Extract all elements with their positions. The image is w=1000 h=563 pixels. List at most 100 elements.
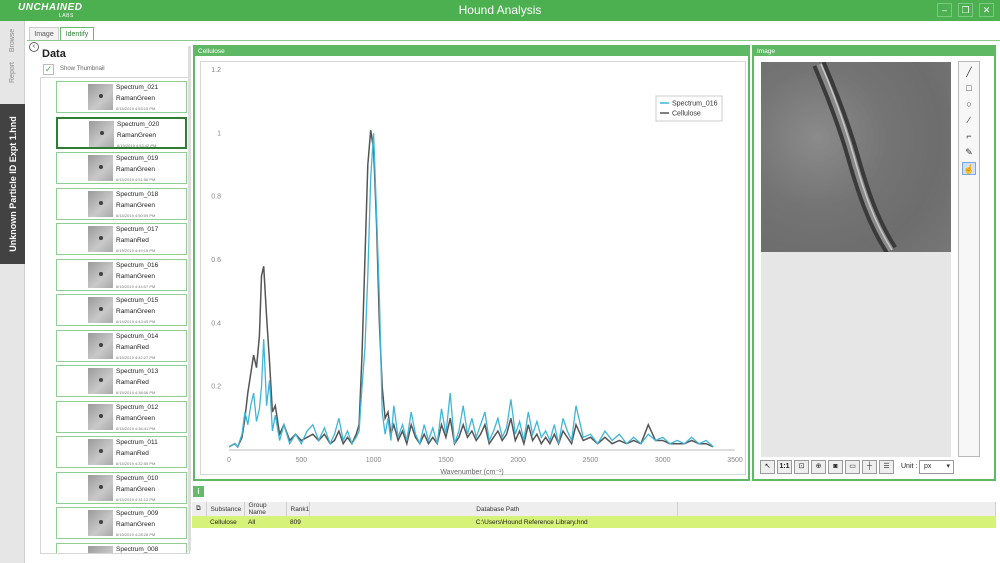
side-tab-browse-label: Browse	[9, 28, 16, 52]
x-tick-label: 2000	[510, 457, 526, 464]
side-tab-browse[interactable]: Browse	[0, 25, 25, 55]
list-scrollbar[interactable]	[188, 46, 191, 551]
list-item[interactable]: Spectrum_009 RamanGreen 6/15/2019 4:28:28 …	[56, 507, 187, 539]
spectrum-chart-svg: 0 500 1000 1500 2000 2500 3000 3500 0.2 0.4 0.6 0.8…	[211, 67, 743, 476]
spectrum-name: Spectrum_008	[116, 545, 159, 553]
list-item[interactable]: Spectrum_008RamanGreen6/15/2019 4:25:02 …	[56, 542, 187, 553]
spectrum-thumbnail	[88, 474, 113, 501]
fiber-particle-image	[812, 61, 897, 254]
list-item[interactable]: Spectrum_020 RamanGreen 6/15/2019 4:53:42 …	[56, 116, 187, 149]
collapse-icon[interactable]: ‹	[29, 42, 39, 52]
list-item[interactable]: Spectrum_011 RamanRed 6/15/2019 4:32:55 PM	[56, 436, 187, 468]
list-item[interactable]: Spectrum_014 RamanRed 6/15/2019 4:42:27 PM	[56, 329, 187, 362]
eraser-tool-icon[interactable]: ✎	[962, 146, 976, 159]
drawing-tools: ╱ □ ○ ∕ ⌐ ✎ ☝	[958, 61, 980, 457]
spectrum-name: Spectrum_014	[116, 332, 159, 340]
spectrum-chart[interactable]: 0 500 1000 1500 2000 2500 3000 3500 0.2 0.4 0.6 0.8…	[200, 61, 746, 476]
spectrum-date: 6/15/2019 4:28:28 PM	[116, 532, 156, 537]
show-thumbnail-checkbox[interactable]: ✓	[43, 64, 54, 75]
tab-image[interactable]: Image	[29, 27, 59, 40]
show-thumbnail-label: Show Thumbnail	[60, 66, 105, 72]
minimize-button[interactable]: –	[937, 3, 952, 17]
list-item[interactable]: Spectrum_018 RamanGreen 6/15/2019 4:50:09 …	[56, 187, 187, 220]
spectrum-date: 6/15/2019 4:31:12 PM	[116, 496, 156, 502]
spectrum-date: 6/15/2019 4:53:15 PM	[116, 106, 156, 111]
fit-view-icon[interactable]: ⊡	[794, 460, 809, 474]
close-button[interactable]: ✕	[979, 3, 994, 17]
image-panel: Image ╱ □ ○ ∕ ⌐ ✎ ☝ ↖ 1:1 ⊡ ⊕ ◙ ▭ ┼ ☰ Un…	[752, 45, 996, 481]
spectrum-laser: RamanGreen	[116, 166, 156, 173]
spectrum-thumbnail	[88, 332, 113, 359]
series-line-spectrum-016	[228, 133, 714, 449]
spectrum-panel-header: Cellulose	[195, 47, 748, 56]
info-icon[interactable]: i	[193, 486, 204, 497]
spectrum-laser: RamanGreen	[116, 414, 156, 422]
list-item[interactable]: Spectrum_016 RamanGreen 6/15/2019 4:44:07 …	[56, 258, 187, 291]
hand-tool-icon[interactable]: ☝	[962, 162, 976, 175]
x-tick-label: 3000	[655, 457, 671, 464]
spectrum-name: Spectrum_012	[116, 403, 159, 411]
microscope-image[interactable]	[761, 61, 951, 254]
unit-select[interactable]: px	[919, 460, 954, 474]
spectrum-name: Spectrum_017	[116, 226, 159, 233]
one-to-one-button[interactable]: 1:1	[777, 460, 792, 474]
col-substance[interactable]: Substance	[206, 502, 245, 516]
x-tick-label: 500	[295, 457, 307, 464]
circle-tool-icon[interactable]: ○	[962, 98, 976, 111]
camera-icon[interactable]: ◙	[828, 460, 843, 474]
side-tab-report-label: Report	[8, 61, 16, 83]
app-title: Hound Analysis	[458, 3, 542, 17]
zoom-icon[interactable]: ⊕	[811, 460, 826, 474]
spectrum-name: Spectrum_019	[116, 155, 159, 162]
curve-tool-icon[interactable]: ⌐	[962, 130, 976, 143]
list-item[interactable]: Spectrum_010 RamanGreen 6/15/2019 4:31:12 …	[56, 471, 187, 504]
x-tick-label: 3500	[727, 457, 743, 464]
tab-identify[interactable]: Identify	[60, 27, 94, 40]
list-item[interactable]: Spectrum_012 RamanGreen 6/15/2019 4:36:41 …	[56, 400, 187, 433]
crosshair-icon[interactable]: ┼	[862, 460, 877, 474]
spectrum-thumbnail	[88, 190, 113, 217]
spectrum-name: Spectrum_018	[116, 190, 159, 198]
spectrum-date: 6/15/2019 4:36:41 PM	[116, 425, 156, 431]
spectrum-laser: RamanRed	[116, 343, 149, 351]
x-axis-label: Wavenumber (cm⁻¹)	[440, 469, 503, 476]
y-tick-label: 0.4	[211, 320, 221, 327]
spectrum-date: 6/15/2019 4:53:42 PM	[117, 142, 157, 148]
spectrum-date: 6/15/2019 4:50:09 PM	[116, 212, 156, 218]
spectrum-name: Spectrum_009	[116, 510, 159, 517]
col-rank1[interactable]: Rank1	[286, 502, 311, 516]
spectrum-thumbnail	[88, 545, 113, 553]
y-tick-label: 0.2	[211, 384, 221, 391]
spectrum-laser: RamanGreen	[116, 272, 156, 280]
list-item[interactable]: Spectrum_021 RamanGreen 6/15/2019 4:53:15 …	[56, 81, 187, 113]
list-item[interactable]: Spectrum_013 RamanRed 6/15/2019 4:38:06 PM	[56, 365, 187, 397]
col-empty	[677, 502, 996, 516]
side-tab-file[interactable]: Unknown Particle ID Expt 1.hnd	[0, 104, 25, 264]
x-tick-label: 1000	[366, 457, 382, 464]
table-row[interactable]: Cellulose All 809 C:\Users\Hound Referen…	[192, 516, 996, 528]
spectrum-thumbnail	[88, 226, 113, 252]
pen-tool-icon[interactable]: ∕	[962, 114, 976, 127]
spectrum-thumbnail	[88, 368, 113, 394]
restore-button[interactable]: ❐	[958, 3, 973, 17]
spectrum-laser: RamanGreen	[116, 521, 156, 528]
row-marker	[192, 516, 206, 528]
col-database-path[interactable]: Database Path	[309, 502, 679, 516]
spectrum-thumbnail	[89, 120, 114, 147]
list-item[interactable]: Spectrum_019 RamanGreen 6/15/2019 4:51:56 …	[56, 152, 187, 184]
line-tool-icon[interactable]: ╱	[962, 66, 976, 79]
spectrum-laser: RamanGreen	[116, 95, 156, 102]
col-group-name[interactable]: Group Name	[244, 502, 287, 516]
spectrum-panel: Cellulose 0 500 1000 1500 2000 2500 3000 3500 0.…	[193, 45, 750, 481]
export-icon[interactable]: ⧉	[192, 502, 207, 516]
grid-icon[interactable]: ☰	[879, 460, 894, 474]
data-panel-title: Data	[42, 48, 66, 60]
list-item[interactable]: Spectrum_017 RamanRed 6/15/2019 4:49:15 PM	[56, 223, 187, 255]
rectangle-tool-icon[interactable]: □	[962, 82, 976, 95]
select-cursor-icon[interactable]: ↖	[760, 460, 775, 474]
list-item[interactable]: Spectrum_015 RamanGreen 6/15/2019 4:43:49 …	[56, 294, 187, 326]
side-tab-report[interactable]: Report	[0, 57, 25, 87]
cell-empty	[677, 516, 996, 528]
save-image-icon[interactable]: ▭	[845, 460, 860, 474]
cell-substance: Cellulose	[206, 516, 244, 528]
